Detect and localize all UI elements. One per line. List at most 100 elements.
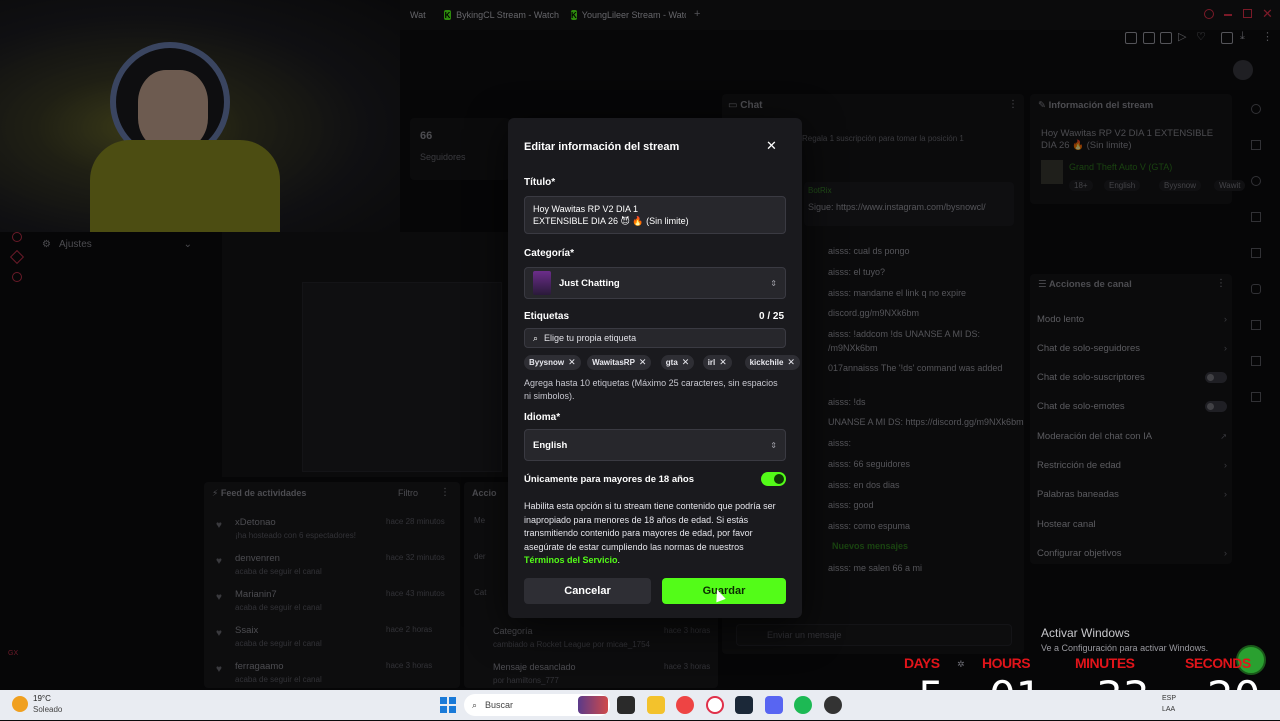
download-icon[interactable]: ⤓	[1240, 30, 1245, 43]
history-icon[interactable]	[12, 232, 22, 242]
more-icon[interactable]: ⋮	[440, 487, 450, 498]
menu-icon[interactable]: ⋮	[1262, 30, 1273, 43]
browser-tab[interactable]: Wat	[410, 6, 432, 24]
bolt-icon[interactable]	[1251, 212, 1261, 222]
monitor-icon[interactable]	[1251, 356, 1261, 366]
remove-tag-icon[interactable]: ✕	[639, 357, 647, 368]
tag-chip[interactable]: irl ✕	[702, 355, 732, 370]
activity-time: hace 2 horas	[386, 625, 433, 634]
select-arrows-icon: ⇕	[770, 440, 777, 450]
channel-action-item[interactable]: Chat de solo-seguidores ›	[1037, 341, 1227, 355]
tag-chip[interactable]: gta ✕	[660, 355, 695, 370]
filter-button[interactable]: Filtro	[398, 488, 418, 498]
play-icon[interactable]: ▷	[1178, 30, 1186, 43]
remove-tag-icon[interactable]: ✕	[682, 357, 690, 368]
discord-icon[interactable]	[765, 696, 783, 714]
channel-action-item[interactable]: Configurar objetivos ›	[1037, 546, 1227, 560]
chat-line: aisss:	[828, 438, 852, 448]
chat-icon[interactable]	[1251, 284, 1261, 294]
channel-action-item[interactable]: Moderación del chat con IA ↗	[1037, 429, 1227, 443]
bookmarks-icon[interactable]	[1221, 32, 1233, 44]
pinned-text[interactable]: Sigue: https://www.instagram.com/bysnowc…	[808, 202, 986, 212]
close-window-icon[interactable]: ✕	[1262, 6, 1273, 22]
remove-tag-icon[interactable]: ✕	[568, 357, 576, 368]
channel-action-item[interactable]: Modo lento ›	[1037, 312, 1227, 326]
pin-icon[interactable]	[1125, 32, 1137, 44]
steam-icon[interactable]	[735, 696, 753, 714]
browser-tab[interactable]: K BykingCL Stream - Watch	[444, 6, 559, 24]
channel-action-item[interactable]: Restricción de edad ›	[1037, 459, 1227, 473]
gear-icon[interactable]	[12, 272, 22, 282]
tool-icon[interactable]	[1251, 392, 1261, 402]
info-icon[interactable]	[1251, 104, 1261, 114]
tab-label: YoungLileer Stream - Watc	[581, 10, 686, 20]
activation-title: Activar Windows	[1041, 626, 1130, 640]
screenshot-icon[interactable]	[1143, 32, 1155, 44]
close-icon[interactable]: ✕	[766, 138, 777, 154]
channel-action-item[interactable]: Chat de solo-suscriptores	[1037, 371, 1227, 385]
pinned-user: BotRix	[808, 186, 832, 195]
tag-chip[interactable]: WawitasRP ✕	[587, 355, 652, 370]
tag-chip[interactable]: Byysnow ✕	[524, 355, 581, 370]
new-messages-divider[interactable]: Nuevos mensajes	[832, 541, 908, 551]
actions-truncated-row: Me	[474, 516, 486, 525]
remove-tag-icon[interactable]: ✕	[719, 357, 727, 368]
tags-count: 0 / 25	[759, 311, 785, 322]
obs-icon[interactable]	[824, 696, 842, 714]
weather-icon[interactable]	[12, 696, 28, 712]
tag-chip[interactable]: kickchile ✕	[744, 355, 800, 370]
shield-icon[interactable]	[1160, 32, 1172, 44]
channel-action-item[interactable]: Palabras baneadas ›	[1037, 488, 1227, 502]
settings-section[interactable]: ⚙ Ajustes ⌄	[42, 236, 192, 252]
channel-actions-header: ☰ Acciones de canal	[1038, 279, 1132, 290]
activity-name: Ssaix	[235, 625, 259, 636]
list-icon[interactable]	[1251, 248, 1261, 258]
home-icon[interactable]	[9, 249, 25, 265]
heart-icon[interactable]: ♡	[1196, 30, 1206, 43]
channel-action-label: Chat de solo-emotes	[1037, 401, 1125, 413]
terms-link[interactable]: Términos del Servicio	[524, 555, 618, 565]
terms-period: .	[617, 555, 621, 565]
windows-start-icon[interactable]	[440, 697, 456, 713]
lang-indicator[interactable]: ESP	[1162, 695, 1176, 702]
browser-tab[interactable]: K YoungLileer Stream - Watc	[571, 6, 686, 24]
category-select[interactable]: Just Chatting ⇕	[524, 267, 786, 299]
more-icon[interactable]: ⋮	[1008, 99, 1018, 110]
new-tab-button[interactable]: +	[694, 8, 700, 20]
activity-time: hace 28 minutos	[386, 517, 445, 526]
broadcast-icon[interactable]	[1251, 320, 1261, 330]
chat-line: aisss: 66 seguidores	[828, 459, 911, 469]
heart-icon: ♥	[216, 592, 222, 603]
edit-icon[interactable]	[1251, 140, 1261, 150]
activity-name: xDetonao	[235, 517, 276, 528]
remove-tag-icon[interactable]: ✕	[787, 357, 795, 368]
minimize-icon[interactable]	[1224, 14, 1232, 16]
avatar[interactable]	[1233, 60, 1253, 80]
more-icon[interactable]: ⋮	[1216, 278, 1226, 289]
language-select[interactable]: English ⇕	[524, 429, 786, 461]
adult-toggle[interactable]	[761, 472, 786, 486]
spotify-icon[interactable]	[794, 696, 812, 714]
maximize-icon[interactable]	[1243, 9, 1252, 18]
chat-line: aisss: cual ds pongo	[828, 246, 910, 256]
toggle-switch[interactable]	[1205, 372, 1227, 384]
stream-category[interactable]: Grand Theft Auto V (GTA)	[1069, 162, 1172, 172]
save-button[interactable]: Guardar	[662, 578, 786, 604]
folder-icon[interactable]	[647, 696, 665, 714]
chrome-icon[interactable]	[676, 696, 694, 714]
gear-icon[interactable]	[1251, 176, 1261, 186]
cancel-button[interactable]: Cancelar	[524, 578, 651, 604]
action-time: hace 3 horas	[664, 662, 711, 671]
chat-input[interactable]: Enviar un mensaje	[736, 624, 1012, 646]
search-icon[interactable]	[1204, 9, 1214, 19]
title-input[interactable]: Hoy Wawitas RP V2 DIA 1 EXTENSIBLE DIA 2…	[524, 196, 786, 234]
action-desc: por hamiltons_777	[493, 676, 559, 685]
activity-title: ⚡ Feed de actividades	[212, 488, 307, 498]
tags-search-input[interactable]: ⌕ Elige tu propia etiqueta	[524, 328, 786, 348]
opera-icon[interactable]	[706, 696, 724, 714]
channel-actions-title: Acciones de canal	[1048, 279, 1132, 290]
channel-action-item[interactable]: Chat de solo-emotes	[1037, 400, 1227, 414]
toggle-switch[interactable]	[1205, 401, 1227, 413]
task-view-icon[interactable]	[617, 696, 635, 714]
channel-action-item[interactable]: Hostear canal	[1037, 517, 1227, 531]
